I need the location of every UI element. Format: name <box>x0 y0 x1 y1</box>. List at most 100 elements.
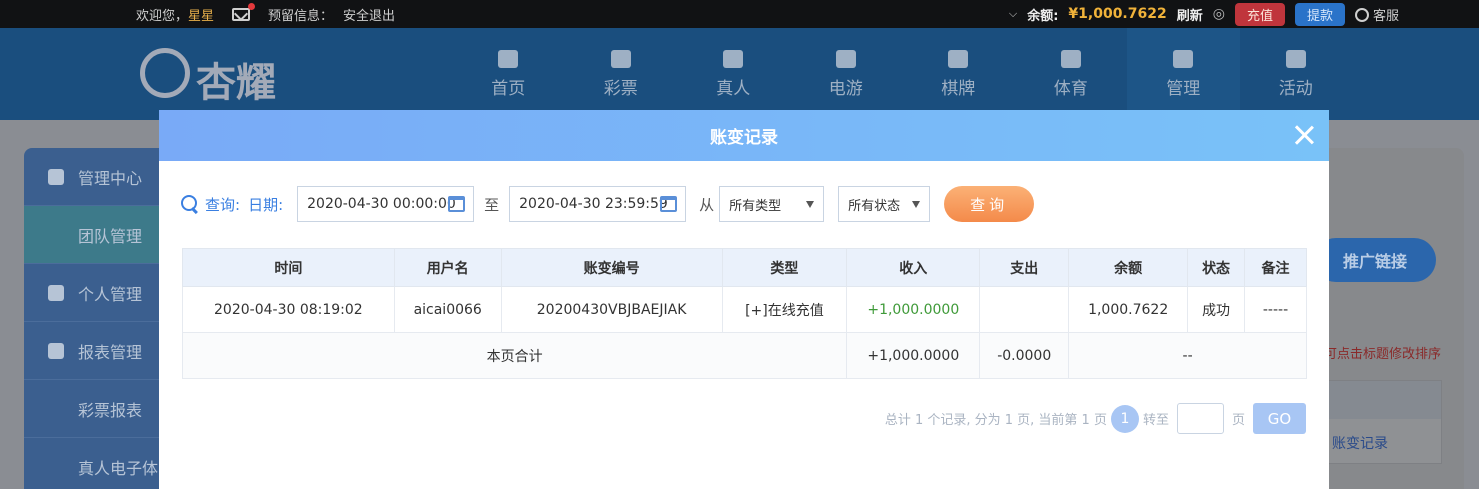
sidebar-item-label: 报表管理 <box>78 342 143 362</box>
notification-dot <box>248 2 256 10</box>
sidebar-item-management-center[interactable]: 管理中心 <box>24 148 160 206</box>
type-select-value: 所有类型 <box>729 198 782 214</box>
user-icon <box>48 284 64 301</box>
refresh-button[interactable]: 刷新 <box>1177 5 1203 24</box>
date-label: 日期: <box>248 195 284 214</box>
table-row: 2020-04-30 08:19:02 aicai0066 20200430VB… <box>182 286 1307 333</box>
document-icon <box>48 342 64 359</box>
cell-total-label: 本页合计 <box>181 332 848 379</box>
sidebar-item-team-management[interactable]: 团队管理 <box>24 206 160 264</box>
eye-slash-icon[interactable]: ◎ <box>1213 6 1225 22</box>
welcome-text: 欢迎您，星星 <box>136 5 214 24</box>
balance-label: 余额: <box>1027 8 1059 24</box>
account-change-link[interactable]: 账变记录 <box>1332 433 1388 453</box>
calendar-icon[interactable] <box>448 196 466 212</box>
users-icon <box>48 168 64 185</box>
top-bar: 欢迎您，星星 预留信息： 安全退出 ⌵ 余额: ¥1,000.7622 刷新 ◎… <box>0 0 1479 28</box>
top-bar-left: 欢迎您，星星 预留信息： 安全退出 <box>136 0 395 28</box>
nav-label: 彩票 <box>603 78 638 99</box>
sidebar-item-label: 个人管理 <box>78 284 143 304</box>
nav-live[interactable]: 真人 <box>677 28 790 120</box>
end-date-value: 2020-04-30 23:59:59 <box>519 196 668 212</box>
caret-down-icon <box>912 201 921 208</box>
sort-hint: 可点击标题修改排序 <box>1324 347 1442 362</box>
start-date-input[interactable]: 2020-04-30 00:00:00 <box>297 186 475 222</box>
welcome-label: 欢迎您， <box>136 8 189 24</box>
trophy-icon <box>1060 49 1081 68</box>
page-unit-label: 页 <box>1231 413 1245 428</box>
ticket-icon <box>610 49 631 68</box>
promo-link-button[interactable]: 推广链接 <box>1314 238 1436 282</box>
account-change-modal: 账变记录 查询: 日期: 2020-04-30 00:00:00 至 2020-… <box>159 110 1329 489</box>
promo-label: 推广链接 <box>1342 252 1407 271</box>
logo-emblem-icon <box>140 48 190 98</box>
username[interactable]: 星星 <box>188 9 214 24</box>
nav-label: 电游 <box>828 78 863 99</box>
column-header-type[interactable]: 类型 <box>721 248 848 287</box>
nav-label: 活动 <box>1278 78 1313 99</box>
query-button-label: 查询 <box>970 195 1009 214</box>
column-header-balance[interactable]: 余额 <box>1068 248 1189 287</box>
goto-page-input[interactable] <box>1176 403 1224 434</box>
sidebar-item-label: 团队管理 <box>78 226 143 246</box>
nav-home[interactable]: 首页 <box>452 28 565 120</box>
nav-promotions[interactable]: 活动 <box>1240 28 1353 120</box>
customer-service-label: 客服 <box>1372 8 1399 24</box>
status-select[interactable]: 所有状态 <box>838 186 931 222</box>
caret-down-icon <box>806 201 815 208</box>
nav-lottery[interactable]: 彩票 <box>565 28 678 120</box>
calendar-icon[interactable] <box>660 196 678 212</box>
home-icon <box>498 49 519 68</box>
end-date-input[interactable]: 2020-04-30 23:59:59 <box>509 186 687 222</box>
nav-label: 管理 <box>1166 78 1201 99</box>
background-table-header <box>1329 381 1441 419</box>
column-header-expense[interactable]: 支出 <box>979 248 1070 287</box>
logout-link[interactable]: 安全退出 <box>343 5 395 24</box>
start-date-value: 2020-04-30 00:00:00 <box>307 196 456 212</box>
account-change-table: 时间 用户名 账变编号 类型 收入 支出 余额 状态 备注 2020-04-30… <box>181 248 1307 379</box>
nav-cards[interactable]: 棋牌 <box>902 28 1015 120</box>
sidebar-item-lottery-report[interactable]: 彩票报表 <box>24 380 160 438</box>
reserved-info-label[interactable]: 预留信息： <box>268 5 333 24</box>
column-header-username[interactable]: 用户名 <box>393 248 502 287</box>
modal-title: 账变记录 <box>710 128 778 148</box>
go-button[interactable]: GO <box>1253 403 1306 434</box>
column-header-remark[interactable]: 备注 <box>1244 248 1307 287</box>
dealer-icon <box>723 49 744 68</box>
nav-sports[interactable]: 体育 <box>1015 28 1128 120</box>
column-header-income[interactable]: 收入 <box>846 248 981 287</box>
modal-header: 账变记录 <box>159 110 1329 161</box>
sidebar-item-live-report[interactable]: 真人电子体 <box>24 438 160 489</box>
column-header-status[interactable]: 状态 <box>1187 248 1246 287</box>
from-label: 从 <box>699 195 715 214</box>
column-header-transaction-id[interactable]: 账变编号 <box>500 248 723 287</box>
total-row: 本页合计 +1,000.0000 -0.0000 -- <box>181 332 1307 379</box>
sidebar-item-reports[interactable]: 报表管理 <box>24 322 160 380</box>
search-icon <box>181 195 199 213</box>
cell-total-expense: -0.0000 <box>979 332 1070 379</box>
sidebar-item-label: 管理中心 <box>78 168 143 188</box>
close-icon[interactable] <box>1291 122 1317 148</box>
nav-slots[interactable]: 电游 <box>790 28 903 120</box>
cell-status: 成功 <box>1187 286 1246 333</box>
logo[interactable]: 杏耀 <box>196 50 276 108</box>
query-button[interactable]: 查询 <box>944 186 1035 222</box>
nav-management[interactable]: 管理 <box>1127 28 1240 120</box>
cards-icon <box>948 49 969 68</box>
column-header-time[interactable]: 时间 <box>182 248 395 287</box>
slot-machine-icon <box>835 49 856 68</box>
customer-service-button[interactable]: 客服 <box>1354 5 1399 24</box>
pagination-summary: 总计 1 个记录, 分为 1 页, 当前第 1 页 <box>884 413 1107 428</box>
goto-label: 转至 <box>1142 413 1169 428</box>
sidebar-item-personal-management[interactable]: 个人管理 <box>24 264 160 322</box>
cell-time: 2020-04-30 08:19:02 <box>182 286 395 333</box>
nav-label: 体育 <box>1053 78 1088 99</box>
cell-total-balance: -- <box>1068 332 1307 379</box>
mail-icon[interactable] <box>232 2 256 21</box>
nav-label: 棋牌 <box>941 78 976 99</box>
recharge-button[interactable]: 充值 <box>1234 2 1285 26</box>
chevron-down-icon[interactable]: ⌵ <box>1009 7 1017 21</box>
type-select[interactable]: 所有类型 <box>719 186 825 222</box>
withdraw-button[interactable]: 提款 <box>1294 2 1345 26</box>
current-page-button[interactable]: 1 <box>1110 404 1139 433</box>
